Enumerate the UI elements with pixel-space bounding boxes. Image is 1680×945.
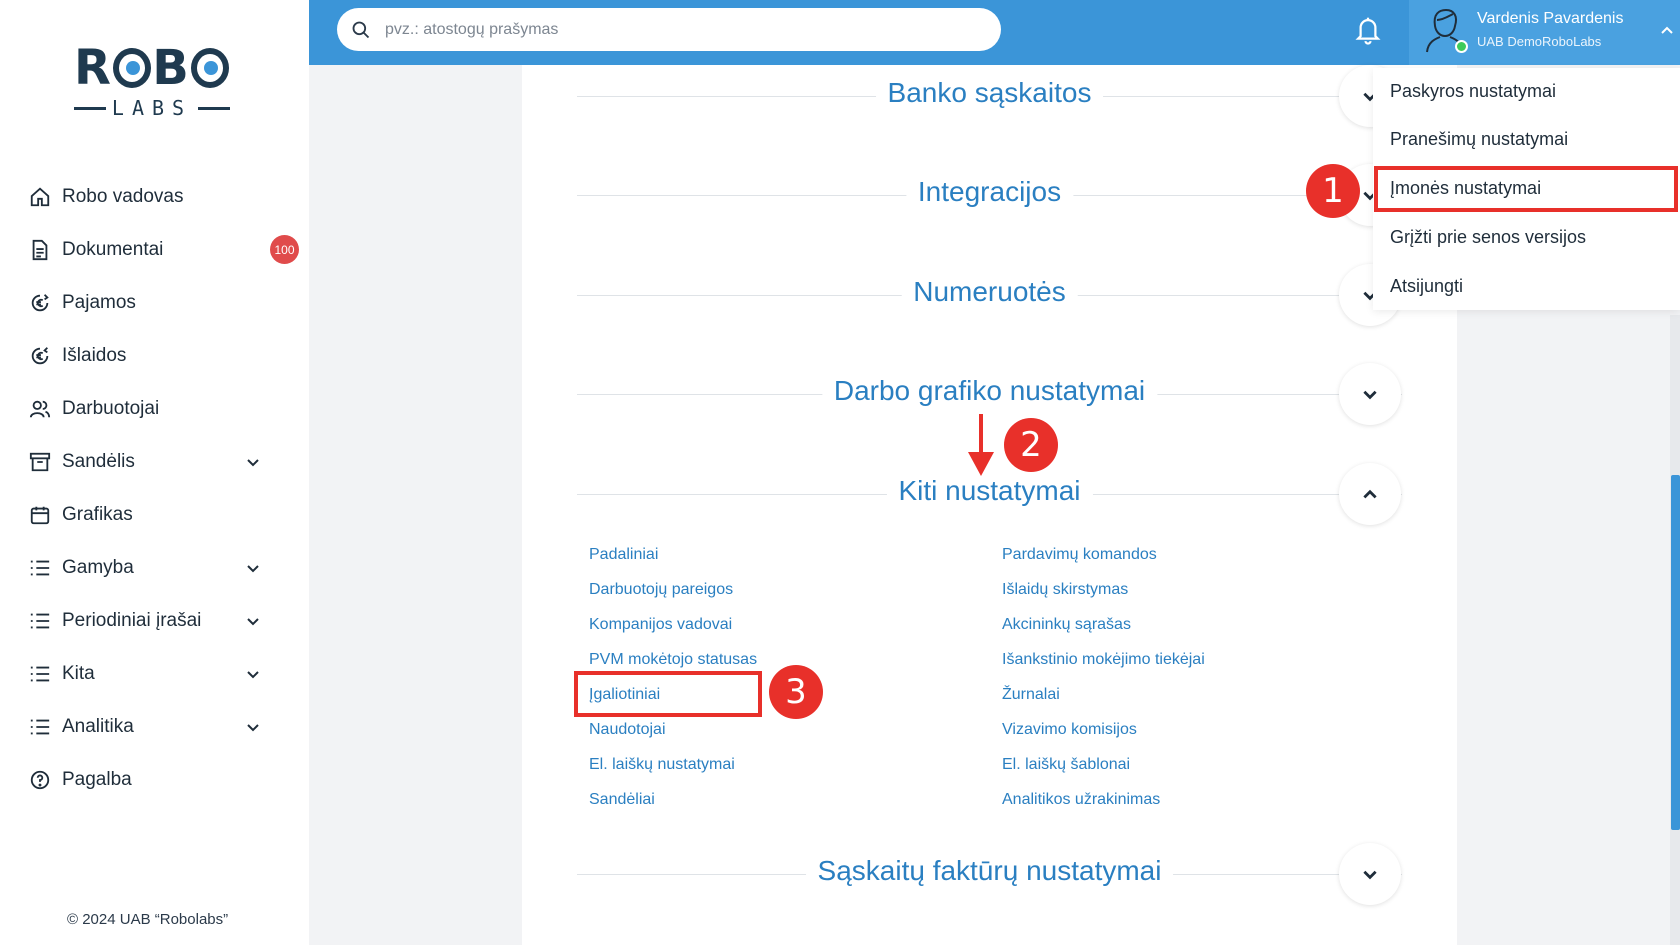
list-icon: [29, 663, 51, 685]
chevron-down-icon[interactable]: [245, 666, 261, 682]
section-saskaitu-fakturu: Sąskaitų faktūrų nustatymai: [577, 843, 1402, 905]
section-title-kiti-nustatymai[interactable]: Kiti nustatymai: [886, 475, 1093, 507]
user-company: UAB DemoRoboLabs: [1477, 34, 1602, 49]
scrollbar-thumb[interactable]: [1671, 475, 1680, 830]
sidebar-item-pajamos[interactable]: Pajamos: [0, 276, 309, 329]
documents-count-badge: 100: [270, 235, 299, 264]
search-icon: [352, 21, 370, 38]
sidebar-item-analitika[interactable]: Analitika: [0, 700, 309, 753]
list-icon: [29, 557, 51, 579]
section-numeruotes: Numeruotės: [577, 264, 1402, 326]
menu-item-grizti-prie-senos-versijos[interactable]: Grįžti prie senos versijos: [1390, 227, 1586, 248]
chevron-up-icon: [1363, 489, 1377, 499]
link-el-laisku-sablonai[interactable]: El. laiškų šablonai: [1002, 753, 1205, 788]
section-toggle-kiti-nustatymai[interactable]: [1339, 463, 1401, 525]
bell-icon[interactable]: [1353, 14, 1383, 46]
link-vizavimo-komisijos[interactable]: Vizavimo komisijos: [1002, 718, 1205, 753]
user-name: Vardenis Pavardenis: [1477, 10, 1624, 27]
online-status-indicator: [1455, 40, 1468, 53]
home-icon: [29, 186, 51, 208]
chevron-up-icon: [1661, 26, 1673, 34]
list-icon: [29, 610, 51, 632]
annotation-marker-1: 1: [1306, 164, 1360, 218]
annotation-highlight-3: [574, 671, 762, 717]
robolabs-logo[interactable]: RB LABS: [74, 42, 231, 120]
link-naudotojai[interactable]: Naudotojai: [589, 718, 757, 753]
expense-icon: [29, 345, 51, 367]
link-zurnalai[interactable]: Žurnalai: [1002, 683, 1205, 718]
list-icon: [29, 716, 51, 738]
section-integracijos: Integracijos: [577, 164, 1402, 226]
search-box[interactable]: [337, 8, 1001, 51]
section-title-integracijos[interactable]: Integracijos: [905, 176, 1074, 208]
sidebar-item-darbuotojai[interactable]: Darbuotojai: [0, 382, 309, 435]
sidebar-item-grafikas[interactable]: Grafikas: [0, 488, 309, 541]
sidebar-item-dokumentai[interactable]: Dokumentai 100: [0, 223, 309, 276]
annotation-highlight-1: [1374, 166, 1678, 212]
sidebar-item-periodiniai-irasai[interactable]: Periodiniai įrašai: [0, 594, 309, 647]
section-toggle-saskaitu-fakturu[interactable]: [1339, 843, 1401, 905]
section-title-banko-saskaitos[interactable]: Banko sąskaitos: [875, 77, 1104, 109]
links-column-right: Pardavimų komandos Išlaidų skirstymas Ak…: [1002, 543, 1205, 823]
top-bar: Vardenis Pavardenis UAB DemoRoboLabs: [309, 0, 1680, 65]
chevron-down-icon[interactable]: [245, 560, 261, 576]
calendar-icon: [29, 504, 51, 526]
sidebar: RB LABS Robo vadovas Dokumentai 100 Paja…: [0, 0, 309, 945]
archive-icon: [29, 451, 51, 473]
menu-item-atsijungti[interactable]: Atsijungti: [1390, 276, 1463, 297]
menu-item-paskyros-nustatymai[interactable]: Paskyros nustatymai: [1390, 81, 1556, 102]
user-menu-toggle[interactable]: Vardenis Pavardenis UAB DemoRoboLabs: [1409, 0, 1680, 65]
sidebar-item-kita[interactable]: Kita: [0, 647, 309, 700]
sidebar-item-robo-vadovas[interactable]: Robo vadovas: [0, 170, 309, 223]
section-toggle-darbo-grafiko[interactable]: [1339, 363, 1401, 425]
section-title-darbo-grafiko[interactable]: Darbo grafiko nustatymai: [821, 375, 1158, 407]
income-icon: [29, 292, 51, 314]
link-analitikos-uzrakinimas[interactable]: Analitikos užrakinimas: [1002, 788, 1205, 823]
menu-item-pranesimu-nustatymai[interactable]: Pranešimų nustatymai: [1390, 129, 1568, 150]
link-islaidu-skirstymas[interactable]: Išlaidų skirstymas: [1002, 578, 1205, 613]
link-akcininku-sarasas[interactable]: Akcininkų sąrašas: [1002, 613, 1205, 648]
sidebar-nav: Robo vadovas Dokumentai 100 Pajamos Išla…: [0, 170, 309, 806]
link-padaliniai[interactable]: Padaliniai: [589, 543, 757, 578]
search-input[interactable]: [385, 20, 965, 39]
chevron-down-icon: [1363, 870, 1377, 880]
copyright-text: © 2024 UAB “Robolabs”: [67, 911, 229, 928]
link-darbuotoju-pareigos[interactable]: Darbuotojų pareigos: [589, 578, 757, 613]
chevron-down-icon[interactable]: [245, 613, 261, 629]
link-isankstinio-mokejimo-tiekejai[interactable]: Išankstinio mokėjimo tiekėjai: [1002, 648, 1205, 683]
chevron-down-icon[interactable]: [245, 719, 261, 735]
section-title-saskaitu-fakturu[interactable]: Sąskaitų faktūrų nustatymai: [805, 855, 1174, 887]
sidebar-item-islaidos[interactable]: Išlaidos: [0, 329, 309, 382]
chevron-down-icon: [1363, 390, 1377, 400]
section-banko-saskaitos: Banko sąskaitos: [577, 65, 1402, 127]
sidebar-item-sandelis[interactable]: Sandėlis: [0, 435, 309, 488]
link-pardavimu-komandos[interactable]: Pardavimų komandos: [1002, 543, 1205, 578]
link-kompanijos-vadovai[interactable]: Kompanijos vadovai: [589, 613, 757, 648]
link-sandeliai[interactable]: Sandėliai: [589, 788, 757, 823]
section-title-numeruotes[interactable]: Numeruotės: [901, 276, 1078, 308]
annotation-arrow-down-icon: [968, 414, 994, 476]
annotation-marker-3: 3: [769, 665, 823, 719]
sidebar-item-gamyba[interactable]: Gamyba: [0, 541, 309, 594]
users-icon: [29, 398, 51, 420]
document-icon: [29, 239, 51, 261]
help-icon: [29, 769, 51, 791]
link-el-laisku-nustatymai[interactable]: El. laiškų nustatymai: [589, 753, 757, 788]
annotation-marker-2: 2: [1004, 418, 1058, 472]
chevron-down-icon[interactable]: [245, 454, 261, 470]
sidebar-item-pagalba[interactable]: Pagalba: [0, 753, 309, 806]
